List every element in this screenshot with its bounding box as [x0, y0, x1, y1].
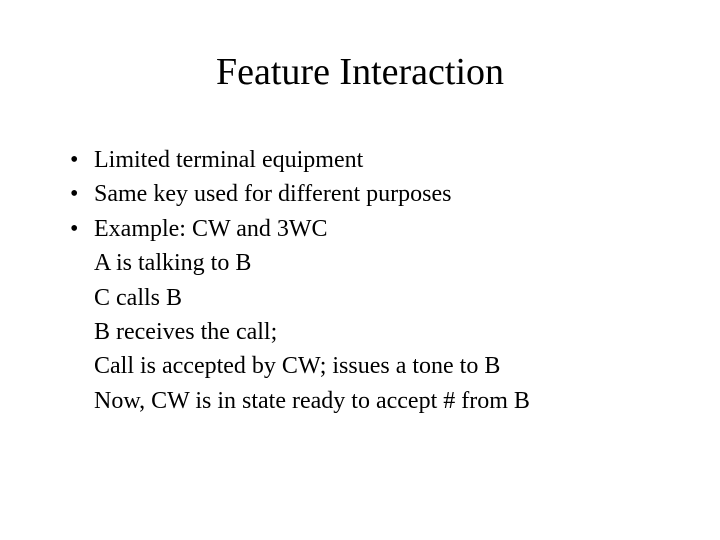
sub-line: C calls B — [94, 282, 670, 314]
slide-title: Feature Interaction — [50, 50, 670, 94]
sub-lines: A is talking to B C calls B B receives t… — [50, 247, 670, 417]
sub-line: B receives the call; — [94, 316, 670, 348]
bullet-item: Same key used for different purposes — [70, 178, 670, 210]
bullet-item: Limited terminal equipment — [70, 144, 670, 176]
slide: Feature Interaction Limited terminal equ… — [0, 0, 720, 459]
sub-line: Call is accepted by CW; issues a tone to… — [94, 350, 670, 382]
bullet-item: Example: CW and 3WC — [70, 213, 670, 245]
bullet-list: Limited terminal equipment Same key used… — [50, 144, 670, 245]
sub-line: Now, CW is in state ready to accept # fr… — [94, 385, 670, 417]
sub-line: A is talking to B — [94, 247, 670, 279]
